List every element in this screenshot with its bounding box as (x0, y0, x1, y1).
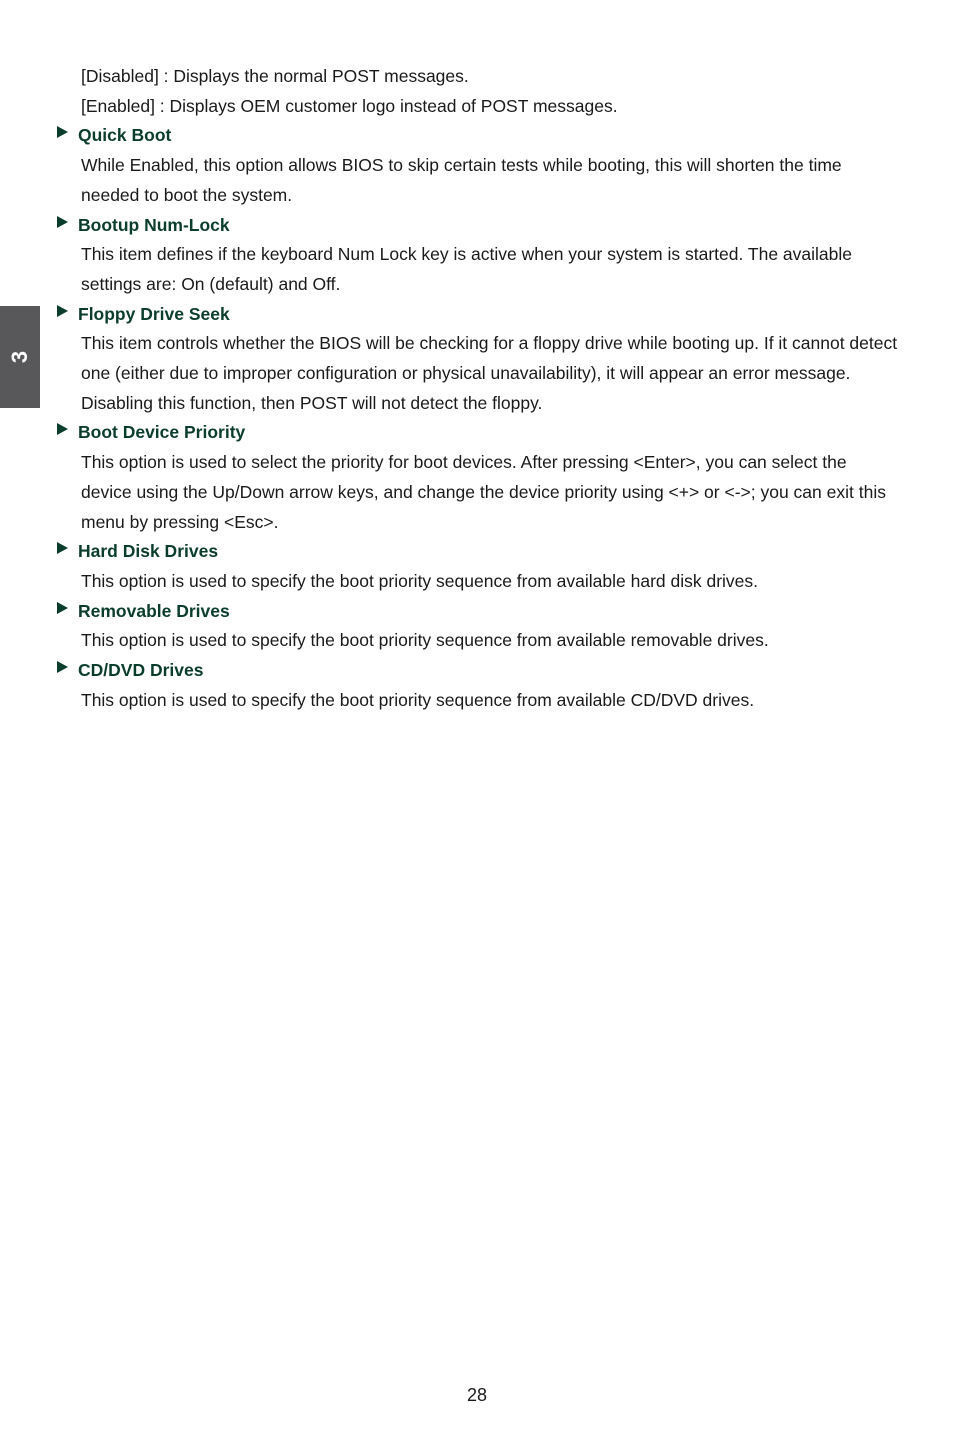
page-number: 28 (466, 1385, 488, 1405)
section-heading: Floppy Drive Seek (57, 300, 900, 330)
section-heading-label: Hard Disk Drives (78, 541, 219, 562)
section-heading-label: Removable Drives (78, 600, 230, 621)
triangle-bullet-icon (57, 542, 68, 555)
triangle-bullet-icon (57, 423, 68, 436)
section-heading-label: Floppy Drive Seek (78, 303, 230, 324)
body-paragraph: This option is used to specify the boot … (81, 570, 759, 591)
section-heading: Bootup Num-Lock (57, 211, 900, 241)
body-paragraph: [Enabled] : Displays OEM customer logo i… (81, 95, 618, 116)
body-paragraph: While Enabled, this option allows BIOS t… (81, 155, 842, 205)
body-paragraph: This item defines if the keyboard Num Lo… (81, 244, 852, 294)
triangle-bullet-icon (57, 661, 68, 674)
document-body: [Disabled] : Displays the normal POST me… (57, 62, 900, 715)
body-paragraph: [Disabled] : Displays the normal POST me… (81, 66, 469, 86)
triangle-bullet-icon (57, 215, 68, 228)
triangle-bullet-icon (57, 126, 68, 139)
section-heading: Removable Drives (57, 597, 900, 627)
triangle-bullet-icon (57, 304, 68, 317)
body-paragraph: This option is used to select the priori… (81, 452, 886, 532)
section-heading: CD/DVD Drives (57, 656, 900, 686)
body-paragraph: This item controls whether the BIOS will… (81, 333, 898, 413)
chapter-tab: 3 (0, 306, 40, 408)
section-heading-label: CD/DVD Drives (78, 660, 204, 681)
section-heading-label: Bootup Num-Lock (78, 214, 230, 235)
chapter-tab-number: 3 (7, 350, 32, 364)
triangle-bullet-icon (57, 601, 68, 614)
body-paragraph: This option is used to specify the boot … (81, 630, 769, 651)
body-paragraph: This option is used to specify the boot … (81, 689, 755, 710)
section-heading-label: Boot Device Priority (78, 422, 246, 443)
section-heading: Hard Disk Drives (57, 537, 900, 567)
section-heading-label: Quick Boot (78, 125, 172, 146)
section-heading: Quick Boot (57, 121, 900, 151)
section-heading: Boot Device Priority (57, 418, 900, 448)
